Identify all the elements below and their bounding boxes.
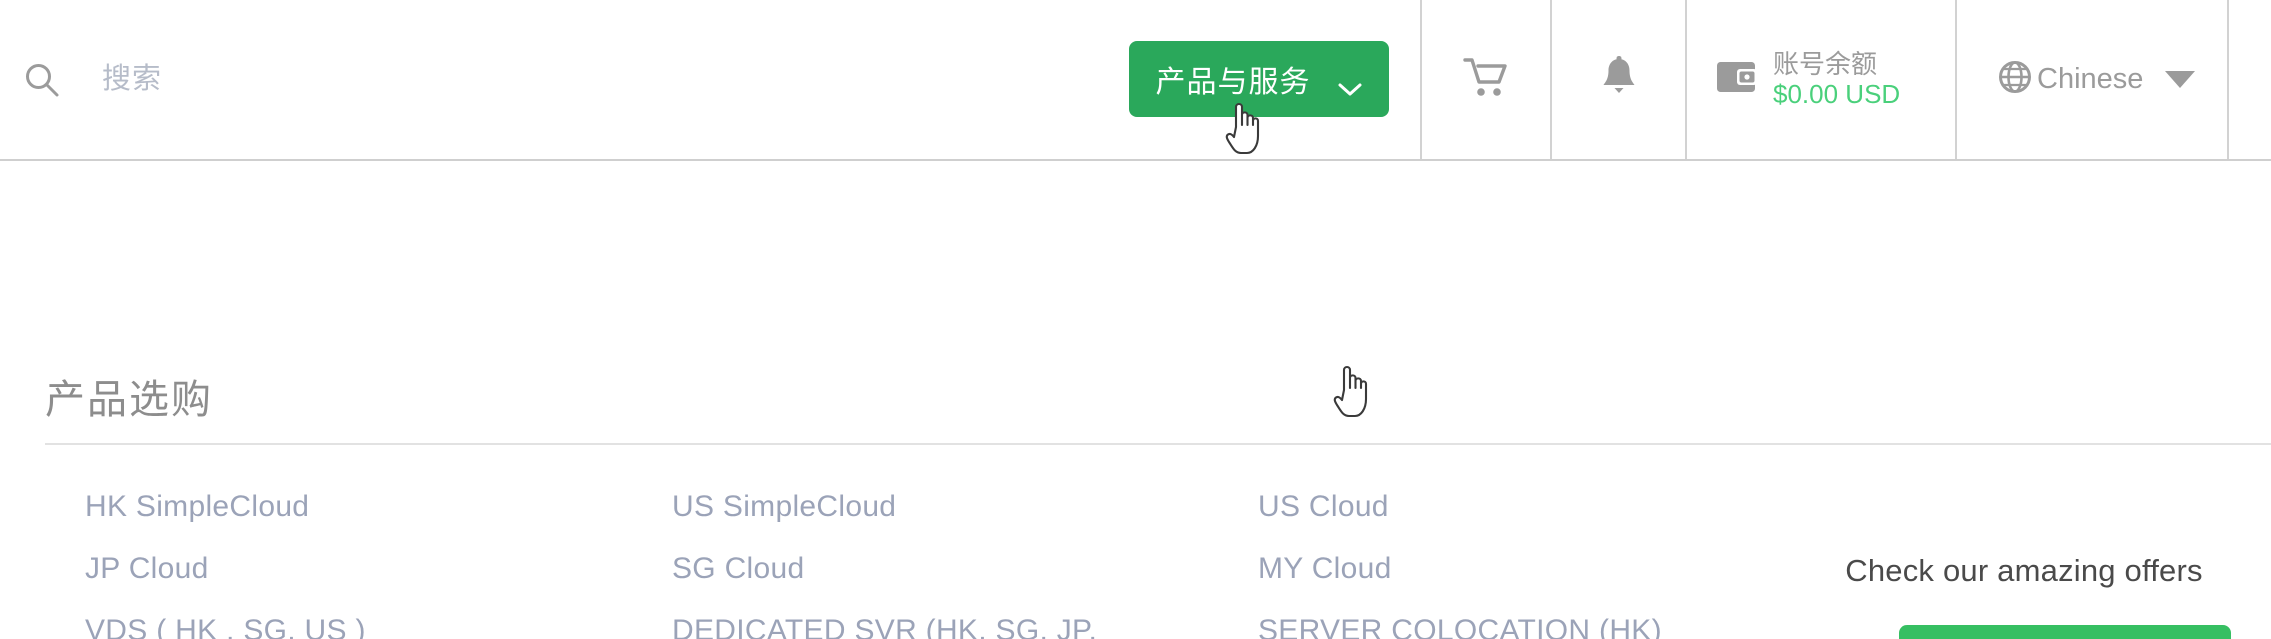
- product-link[interactable]: US SimpleCloud: [672, 487, 1132, 527]
- product-link[interactable]: VDS ( HK , SG, US ): [85, 611, 445, 639]
- product-link[interactable]: JP Cloud: [85, 549, 445, 589]
- product-link[interactable]: MY Cloud: [1258, 549, 1818, 589]
- globe-icon: [1997, 59, 2033, 100]
- language-selector[interactable]: Chinese: [1957, 0, 2227, 159]
- search-input[interactable]: [102, 63, 622, 96]
- bell-icon: [1599, 55, 1639, 104]
- language-label: Chinese: [2037, 63, 2144, 95]
- chevron-down-icon: [1337, 71, 1363, 96]
- caret-down-icon: [2165, 71, 2196, 88]
- promo-text: Check our amazing offers: [1845, 553, 2203, 588]
- cart-button[interactable]: [1422, 0, 1550, 159]
- product-column-3: US Cloud MY Cloud SERVER COLOCATION (HK)…: [1258, 487, 1818, 639]
- search-icon[interactable]: [22, 60, 62, 100]
- notifications-button[interactable]: [1552, 0, 1685, 159]
- product-link[interactable]: HK SimpleCloud: [85, 487, 445, 527]
- panel-divider: [45, 443, 2271, 445]
- header-divider-5: [2227, 0, 2229, 159]
- wallet-icon: [1715, 59, 1757, 100]
- account-balance-value: $0.00 USD: [1773, 78, 1901, 109]
- product-column-1: HK SimpleCloud JP Cloud VDS ( HK , SG, U…: [85, 487, 445, 639]
- shopping-cart-icon: [1462, 55, 1510, 104]
- account-balance-label: 账号余额: [1773, 49, 1878, 80]
- top-header-bar: 产品与服务: [0, 0, 2271, 161]
- promo-area: Check our amazing offers 浏览产品及服务: [1809, 553, 2239, 639]
- account-balance-text: 账号余额 $0.00 USD: [1773, 50, 1900, 108]
- browse-products-button[interactable]: 浏览产品及服务: [1899, 625, 2231, 639]
- products-dropdown-panel: 产品选购 HK SimpleCloud JP Cloud VDS ( HK , …: [0, 161, 2271, 639]
- product-link[interactable]: US Cloud: [1258, 487, 1818, 527]
- product-link[interactable]: DEDICATED SVR (HK, SG, JP, US): [672, 611, 1132, 639]
- account-balance-button[interactable]: 账号余额 $0.00 USD: [1687, 0, 1955, 159]
- search-area[interactable]: [0, 0, 622, 159]
- page-title: 产品选购: [45, 378, 213, 422]
- product-link[interactable]: SG Cloud: [672, 549, 1132, 589]
- products-and-services-button[interactable]: 产品与服务: [1129, 41, 1389, 117]
- products-and-services-label: 产品与服务: [1155, 66, 1311, 99]
- product-column-2: US SimpleCloud SG Cloud DEDICATED SVR (H…: [672, 487, 1132, 639]
- product-link[interactable]: SERVER COLOCATION (HK): [1258, 611, 1818, 639]
